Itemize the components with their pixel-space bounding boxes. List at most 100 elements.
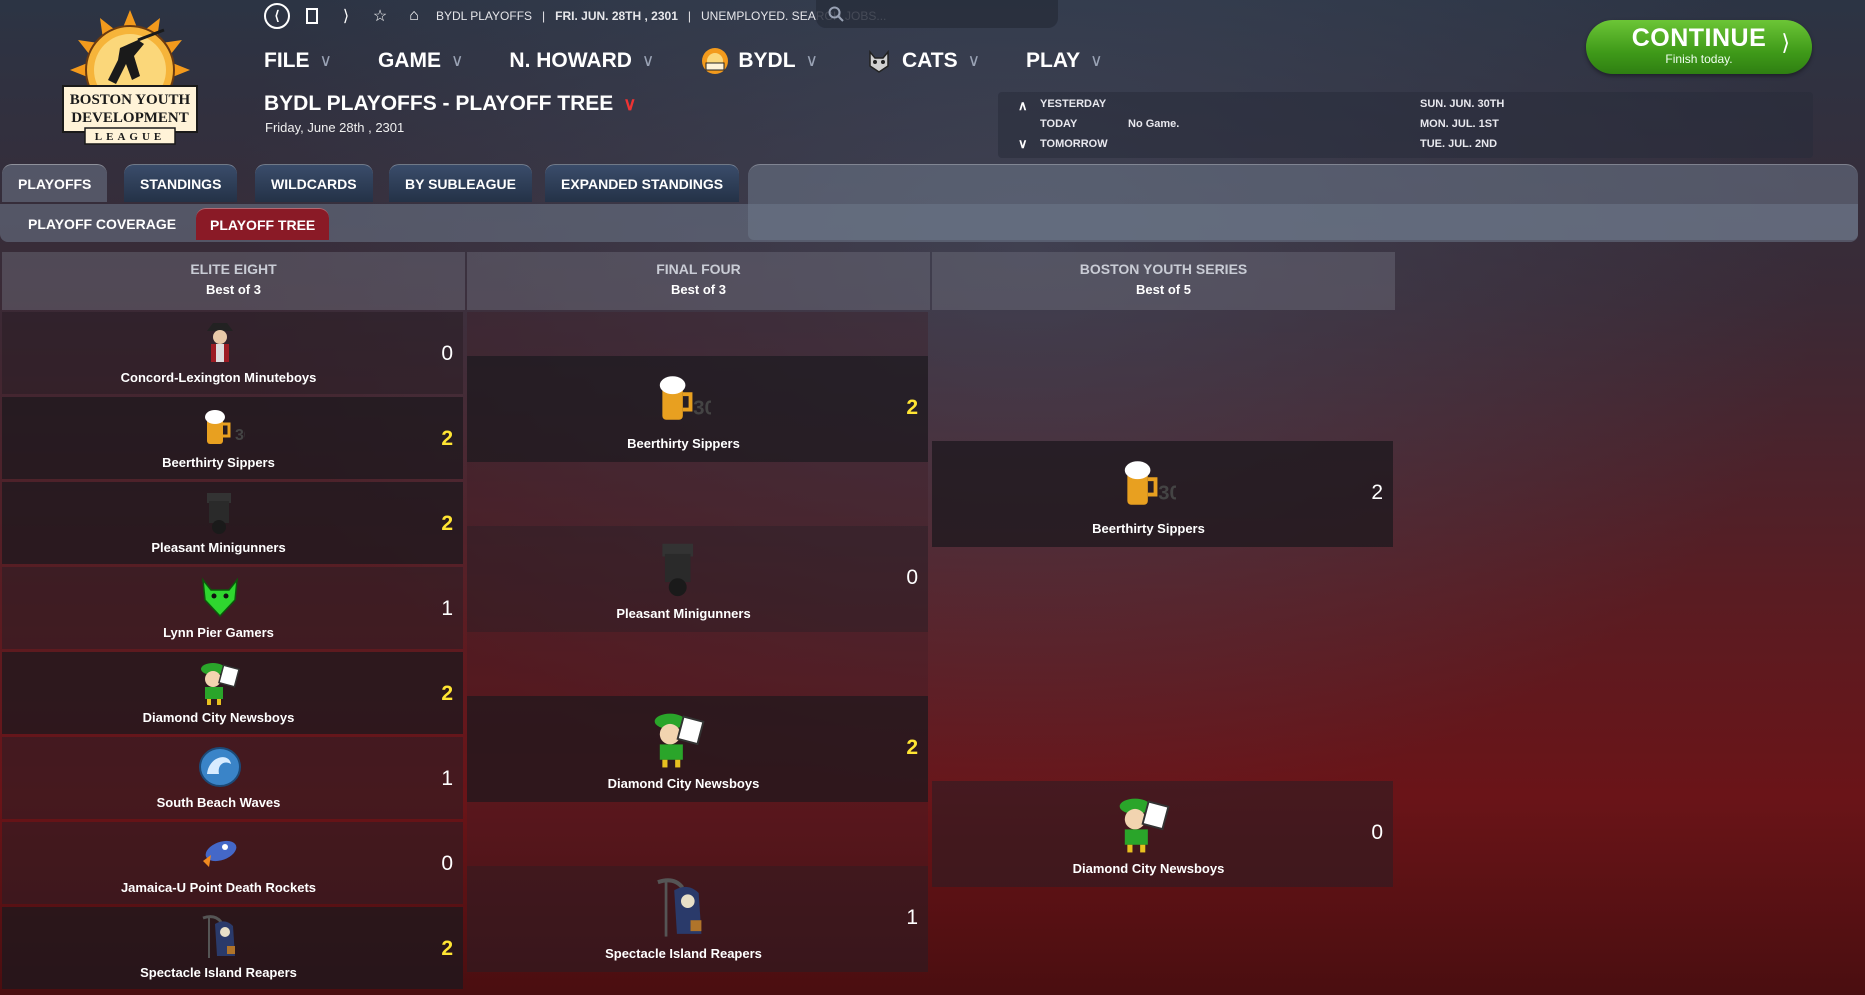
breadcrumb-playoffs[interactable]: BYDL PLAYOFFS (436, 9, 532, 23)
svg-text:30: 30 (235, 427, 245, 444)
newsboy-icon (201, 663, 240, 705)
menu-manager[interactable]: N. HOWARD ∨ (509, 49, 654, 73)
tab-playoffs[interactable]: PLAYOFFS (2, 164, 108, 202)
subtab-playoff-coverage[interactable]: PLAYOFF COVERAGE (14, 208, 190, 240)
continue-button[interactable]: CONTINUE Finish today. ⟩ (1586, 20, 1812, 74)
series-score: 2 (906, 396, 918, 419)
continue-sublabel: Finish today. (1665, 52, 1733, 66)
calendar-date[interactable]: TUE. JUL. 2ND (1420, 138, 1497, 150)
team-name[interactable]: Lynn Pier Gamers (2, 625, 435, 640)
chevron-up-icon[interactable]: ∧ (1018, 98, 1028, 114)
page-date: Friday, June 28th , 2301 (265, 120, 405, 135)
bracket-slot[interactable]: South Beach Waves 1 (2, 737, 463, 819)
yesterday-label[interactable]: YESTERDAY (1040, 98, 1106, 110)
breadcrumb-sep: | (687, 9, 691, 23)
team-name[interactable]: Beerthirty Sippers (467, 436, 900, 451)
team-name[interactable]: Spectacle Island Reapers (467, 946, 900, 961)
continue-label: CONTINUE (1631, 24, 1767, 52)
chevron-right-icon: ⟩ (1781, 30, 1790, 55)
bracket-slot[interactable]: Pleasant Minigunners 0 (467, 526, 928, 632)
tab-band: PLAYOFFS STANDINGS WILDCARDS BY SUBLEAGU… (0, 164, 1858, 242)
page-title[interactable]: BYDL PLAYOFFS - PLAYOFF TREE ∨ (264, 92, 636, 116)
reaper-icon (202, 915, 235, 958)
bracket-slot[interactable]: Pleasant Minigunners 2 (2, 482, 463, 564)
newsboy-icon (654, 713, 705, 768)
league-logo[interactable]: BOSTON YOUTH DEVELOPMENT LEAGUE (55, 8, 205, 153)
series-score: 2 (441, 512, 453, 535)
star-icon[interactable]: ☆ (368, 4, 392, 28)
team-name[interactable]: Diamond City Newsboys (2, 710, 435, 725)
round-format: Best of 5 (1136, 282, 1191, 297)
search-input[interactable] (852, 7, 1042, 21)
minigun-icon (207, 493, 231, 534)
green-monster-icon (202, 577, 238, 618)
round-name: FINAL FOUR (656, 261, 741, 277)
series-score: 2 (441, 427, 453, 450)
team-name[interactable]: Pleasant Minigunners (2, 540, 435, 555)
breadcrumb-sep: | (542, 9, 546, 23)
tab-by-subleague[interactable]: BY SUBLEAGUE (389, 164, 532, 202)
bracket-spacer (467, 462, 928, 526)
team-name[interactable]: Concord-Lexington Minuteboys (2, 370, 435, 385)
tab-expanded-standings[interactable]: EXPANDED STANDINGS (545, 164, 740, 202)
series-score: 2 (441, 937, 453, 960)
calendar-date[interactable]: MON. JUL. 1ST (1420, 118, 1499, 130)
team-name[interactable]: Pleasant Minigunners (467, 606, 900, 621)
bracket-slot[interactable]: Spectacle Island Reapers 1 (467, 866, 928, 972)
chevron-down-icon[interactable]: ∨ (1018, 136, 1028, 152)
series-score: 2 (906, 736, 918, 759)
bracket-slot[interactable]: Diamond City Newsboys 2 (2, 652, 463, 734)
bracket-spacer (467, 632, 928, 696)
series-score: 2 (1371, 481, 1383, 504)
bracket-slot[interactable]: Lynn Pier Gamers 1 (2, 567, 463, 649)
team-name[interactable]: Beerthirty Sippers (2, 455, 435, 470)
menu-play[interactable]: PLAY ∨ (1026, 49, 1103, 73)
today-label[interactable]: TODAY (1040, 118, 1077, 130)
bracket-slot[interactable]: Concord-Lexington Minuteboys 0 (2, 312, 463, 394)
team-name[interactable]: South Beach Waves (2, 795, 435, 810)
tomorrow-label[interactable]: TOMORROW (1040, 138, 1108, 150)
calendar-panel: ∧ ∨ YESTERDAY TODAY TOMORROW No Game. SU… (998, 92, 1813, 158)
minuteman-icon (207, 323, 233, 362)
bracket-slot[interactable]: Diamond City Newsboys 2 (467, 696, 928, 802)
tab-wildcards[interactable]: WILDCARDS (255, 164, 373, 202)
team-name[interactable]: Diamond City Newsboys (932, 861, 1365, 876)
subtab-playoff-tree[interactable]: PLAYOFF TREE (196, 208, 330, 240)
today-value: No Game. (1128, 118, 1180, 130)
svg-text:DEVELOPMENT: DEVELOPMENT (71, 110, 189, 126)
home-icon[interactable]: ⌂ (402, 4, 426, 28)
menu-league[interactable]: BYDL ∨ (700, 46, 818, 76)
svg-text:30: 30 (693, 397, 711, 420)
bracket-slot[interactable]: Jamaica-U Point Death Rockets 0 (2, 822, 463, 904)
bracket-slot[interactable]: 30 Beerthirty Sippers 2 (467, 356, 928, 462)
bracket-slot[interactable]: 30 Beerthirty Sippers 2 (932, 441, 1393, 547)
team-name[interactable]: Diamond City Newsboys (467, 776, 900, 791)
round-format: Best of 3 (671, 282, 726, 297)
team-name[interactable]: Beerthirty Sippers (932, 521, 1365, 536)
menu-league-label: BYDL (738, 49, 796, 72)
back-icon[interactable]: ⟨ (264, 3, 290, 29)
svg-text:30: 30 (1158, 482, 1176, 505)
menu-team[interactable]: CATS ∨ (864, 46, 980, 76)
breadcrumb-date[interactable]: FRI. JUN. 28TH , 2301 (555, 9, 678, 23)
forward-icon[interactable]: ⟩ (334, 4, 358, 28)
team-name[interactable]: Spectacle Island Reapers (2, 965, 435, 980)
top-strip: ⟨ ⟩ ☆ ⌂ BYDL PLAYOFFS | FRI. JUN. 28TH ,… (264, 3, 886, 29)
reaper-icon (657, 878, 702, 937)
svg-text:LEAGUE: LEAGUE (95, 131, 165, 143)
beer-mug-icon: 30 (1124, 461, 1176, 505)
series-score: 0 (441, 342, 453, 365)
menu-game[interactable]: GAME ∨ (378, 49, 463, 73)
calendar-date[interactable]: SUN. JUN. 30TH (1420, 98, 1504, 110)
round-header-final-four: FINAL FOUR Best of 3 (467, 252, 930, 310)
page-icon[interactable] (300, 4, 324, 28)
round-format: Best of 3 (206, 282, 261, 297)
series-score: 2 (441, 682, 453, 705)
team-name[interactable]: Jamaica-U Point Death Rockets (2, 880, 435, 895)
search-bar[interactable] (816, 0, 1058, 28)
bracket-slot[interactable]: 30 Beerthirty Sippers 2 (2, 397, 463, 479)
bracket-slot[interactable]: Spectacle Island Reapers 2 (2, 907, 463, 989)
menu-file[interactable]: FILE ∨ (264, 49, 332, 73)
tab-standings[interactable]: STANDINGS (124, 164, 238, 202)
bracket-slot[interactable]: Diamond City Newsboys 0 (932, 781, 1393, 887)
